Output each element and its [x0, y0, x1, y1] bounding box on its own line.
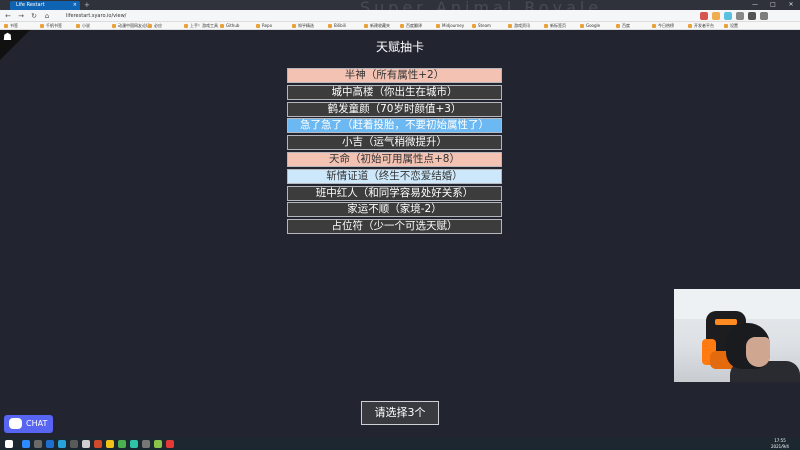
back-icon[interactable]: ← — [3, 11, 13, 21]
taskbar-app-icon[interactable] — [46, 440, 54, 448]
bookmark-item[interactable]: Midjourney — [436, 23, 464, 29]
talent-card[interactable]: 急了急了（赶着投胎，不要初始属性了） — [287, 118, 502, 134]
webcam-overlay — [674, 289, 800, 382]
clock-date: 2021/9/4 — [771, 444, 789, 449]
page-title: 天赋抽卡 — [375, 40, 424, 54]
bookmark-item[interactable]: 今日热榜 — [652, 23, 674, 29]
talent-card[interactable]: 天命（初始可用属性点+8） — [287, 151, 502, 167]
bookmark-item[interactable]: 新标签页 — [544, 23, 566, 29]
bookmark-item[interactable]: Google — [580, 23, 600, 29]
extension-icon[interactable] — [736, 12, 744, 20]
taskbar-app-icon[interactable] — [154, 440, 162, 448]
new-tab-icon[interactable]: + — [84, 1, 90, 9]
minimize-icon[interactable]: — — [746, 0, 764, 10]
taskbar-app-icon[interactable] — [58, 440, 66, 448]
taskbar-app-icon[interactable] — [82, 440, 90, 448]
webcam-person-face — [746, 337, 770, 367]
home-icon[interactable]: ⌂ — [42, 11, 52, 21]
windows-start-icon[interactable] — [5, 440, 13, 448]
bookmark-item[interactable]: 游戏资讯 — [508, 23, 530, 29]
bookmark-item[interactable]: Steam — [472, 23, 491, 29]
talent-card[interactable]: 班中红人（和同学容易处好关系） — [287, 185, 502, 201]
taskbar-app-icon[interactable] — [22, 440, 30, 448]
talent-card[interactable]: 斩情证道（终生不恋爱结婚） — [287, 168, 502, 184]
taskbar-app-icon[interactable] — [118, 440, 126, 448]
confirm-selection-button[interactable]: 请选择3个 — [361, 401, 439, 425]
browser-address-bar: ← → ↻ ⌂ liferestart.syaro.io/view/ — [0, 10, 800, 22]
taskbar-app-icon[interactable] — [106, 440, 114, 448]
bookmark-item[interactable]: 开发者平台 — [688, 23, 714, 29]
maximize-icon[interactable]: □ — [764, 0, 782, 10]
taskbar-app-icon[interactable] — [34, 440, 42, 448]
talent-card[interactable]: 小吉（运气稍微提升） — [287, 135, 502, 151]
talent-card[interactable]: 占位符（少一个可选天赋） — [287, 219, 502, 235]
extension-icon[interactable] — [712, 12, 720, 20]
browser-tab-active[interactable]: Life Restart × — [10, 1, 80, 10]
bookmark-item[interactable]: 设置 — [724, 23, 738, 29]
extension-icon[interactable] — [724, 12, 732, 20]
chat-button[interactable]: CHAT — [4, 415, 53, 433]
game-page: ☗ 天赋抽卡 半神（所有属性+2） 城中高楼（你出生在城市） 鹤发童颜（70岁时颜值… — [0, 30, 800, 438]
taskbar-app-icon[interactable] — [142, 440, 150, 448]
extension-icon[interactable] — [700, 12, 708, 20]
talent-list: 半神（所有属性+2） 城中高楼（你出生在城市） 鹤发童颜（70岁时颜值+3） 急了急了… — [287, 68, 502, 236]
tab-close-icon[interactable]: × — [73, 1, 77, 10]
taskbar-app-icon[interactable] — [70, 440, 78, 448]
bookmark-item[interactable]: 动漫中国网友论坛 — [112, 23, 150, 29]
windows-taskbar: 17:55 2021/9/4 — [0, 438, 800, 450]
talent-card[interactable]: 半神（所有属性+2） — [287, 68, 502, 83]
close-window-icon[interactable]: ✕ — [782, 0, 800, 10]
bookmark-item[interactable]: 百度 — [616, 23, 630, 29]
taskbar-app-icon[interactable] — [130, 440, 138, 448]
bookmark-item[interactable]: 书签 — [4, 23, 18, 29]
bookmark-item[interactable]: 千帆书签 — [40, 23, 62, 29]
bookmark-item[interactable]: 知乎精选 — [292, 23, 314, 29]
taskbar-app-icon[interactable] — [166, 440, 174, 448]
bookmark-item[interactable]: Github — [220, 23, 239, 29]
talent-card[interactable]: 城中高楼（你出生在城市） — [287, 84, 502, 100]
url-input[interactable]: liferestart.syaro.io/view/ — [66, 12, 586, 20]
talent-card[interactable]: 鹤发童颜（70岁时颜值+3） — [287, 101, 502, 117]
bookmark-item[interactable]: 必应 — [148, 23, 162, 29]
taskbar-app-icon[interactable] — [94, 440, 102, 448]
reload-icon[interactable]: ↻ — [29, 11, 39, 21]
webcam-chair-logo — [715, 319, 737, 325]
bookmark-item[interactable]: 上手！游戏工具 — [184, 23, 218, 29]
bookmark-item[interactable]: 小说 — [76, 23, 90, 29]
bookmarks-bar: 书签 千帆书签 小说 动漫中国网友论坛 必应 上手！游戏工具 Github Repo 知乎精选 B… — [0, 22, 800, 30]
forward-icon[interactable]: → — [16, 11, 26, 21]
discord-icon — [9, 418, 22, 429]
talent-card[interactable]: 家运不顺（家境-2） — [287, 202, 502, 218]
menu-icon[interactable] — [760, 12, 768, 20]
bookmark-item[interactable]: Repo — [256, 23, 272, 29]
system-clock[interactable]: 17:55 2021/9/4 — [760, 438, 800, 450]
bookmark-item[interactable]: Bilibili — [328, 23, 346, 29]
chat-label: CHAT — [26, 419, 48, 428]
tab-title: Life Restart — [16, 2, 45, 8]
browser-tab-bar: Life Restart × + Super Animal Royale — □… — [0, 0, 800, 17]
bookmark-item[interactable]: 新建收藏夹 — [364, 23, 390, 29]
extension-icon[interactable] — [748, 12, 756, 20]
bookmark-item[interactable]: 百度翻译 — [400, 23, 422, 29]
